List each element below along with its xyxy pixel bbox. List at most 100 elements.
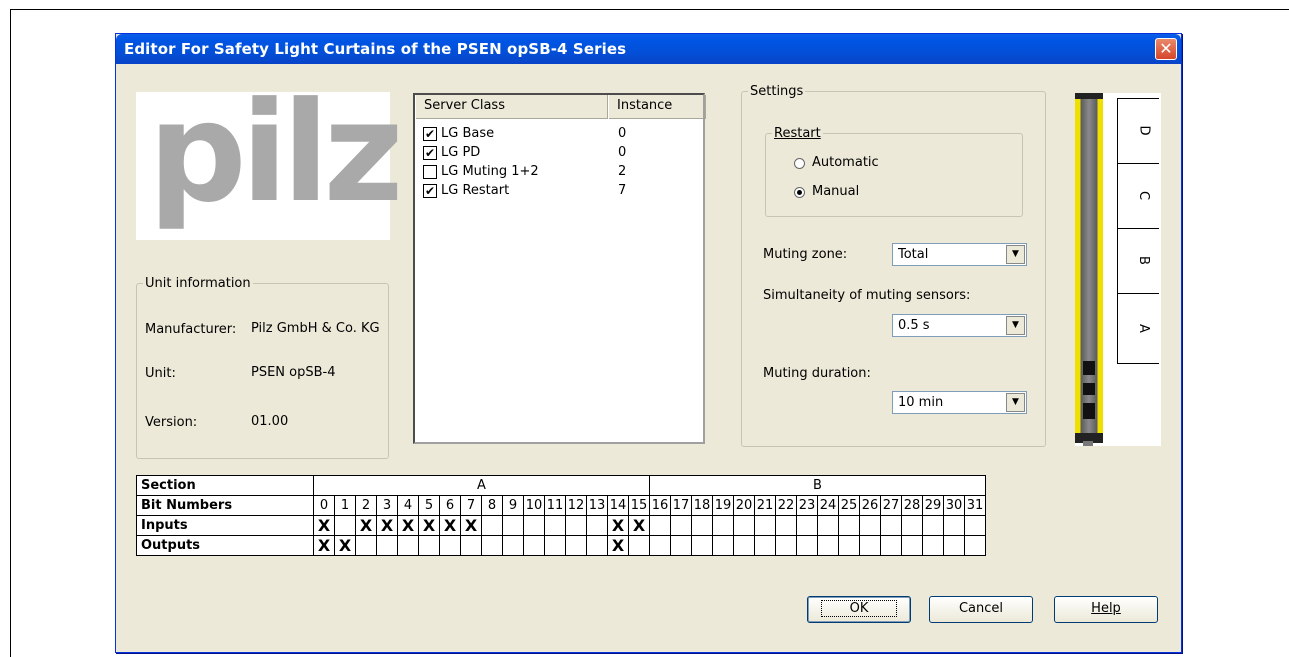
light-curtain-diagram: D C B A <box>1075 93 1161 446</box>
muting-duration-label: Muting duration: <box>763 366 871 381</box>
cancel-button[interactable]: Cancel <box>929 596 1033 623</box>
output-cell[interactable] <box>523 535 545 556</box>
output-cell[interactable] <box>754 535 776 556</box>
output-cell[interactable] <box>355 535 377 556</box>
inputs-label: Inputs <box>136 515 314 536</box>
input-cell[interactable] <box>712 515 734 536</box>
list-item-lg-base[interactable]: ✔ LG Base 0 <box>423 126 693 143</box>
input-cell[interactable] <box>649 515 671 536</box>
list-item-lg-muting[interactable]: LG Muting 1+2 2 <box>423 164 693 181</box>
input-cell[interactable] <box>775 515 797 536</box>
input-cell[interactable]: X <box>628 515 650 536</box>
input-cell[interactable] <box>586 515 608 536</box>
input-cell[interactable] <box>523 515 545 536</box>
output-cell[interactable] <box>376 535 398 556</box>
input-cell[interactable]: X <box>439 515 461 536</box>
muting-duration-select[interactable]: 10 min ▼ <box>892 391 1027 414</box>
output-cell[interactable] <box>586 535 608 556</box>
input-cell[interactable] <box>859 515 881 536</box>
output-cell[interactable] <box>817 535 839 556</box>
input-cell[interactable] <box>733 515 755 536</box>
title-bar[interactable]: Editor For Safety Light Curtains of the … <box>116 34 1181 64</box>
input-cell[interactable]: X <box>397 515 419 536</box>
output-cell[interactable] <box>712 535 734 556</box>
checkbox-lg-pd[interactable]: ✔ <box>423 146 437 160</box>
radio-automatic-circle[interactable] <box>794 158 805 169</box>
output-cell[interactable] <box>880 535 902 556</box>
input-cell[interactable] <box>817 515 839 536</box>
output-cell[interactable] <box>901 535 923 556</box>
input-cell[interactable] <box>754 515 776 536</box>
input-cell[interactable] <box>922 515 944 536</box>
output-cell[interactable] <box>775 535 797 556</box>
output-cell[interactable] <box>544 535 566 556</box>
input-cell[interactable] <box>901 515 923 536</box>
input-cell[interactable] <box>481 515 503 536</box>
output-cell[interactable]: X <box>334 535 356 556</box>
output-cell[interactable] <box>565 535 587 556</box>
chevron-down-icon[interactable]: ▼ <box>1006 316 1025 335</box>
output-cell[interactable] <box>796 535 818 556</box>
help-button[interactable]: Help <box>1054 596 1158 623</box>
list-item-instance: 7 <box>618 183 627 198</box>
output-cell[interactable] <box>691 535 713 556</box>
input-cell[interactable]: X <box>355 515 377 536</box>
output-cell[interactable]: X <box>607 535 629 556</box>
output-cell[interactable] <box>838 535 860 556</box>
list-item-lg-restart[interactable]: ✔ LG Restart 7 <box>423 183 693 200</box>
chevron-down-icon[interactable]: ▼ <box>1006 393 1025 412</box>
input-cell[interactable]: X <box>607 515 629 536</box>
output-cell[interactable] <box>943 535 965 556</box>
input-cell[interactable] <box>502 515 524 536</box>
muting-zone-label: Muting zone: <box>763 247 848 262</box>
output-cell[interactable] <box>628 535 650 556</box>
input-cell[interactable] <box>565 515 587 536</box>
input-cell[interactable] <box>880 515 902 536</box>
input-cell[interactable]: X <box>418 515 440 536</box>
output-cell[interactable] <box>670 535 692 556</box>
output-cell[interactable] <box>964 535 986 556</box>
muting-duration-value: 10 min <box>898 395 944 410</box>
checkbox-lg-restart[interactable]: ✔ <box>423 184 437 198</box>
checkbox-lg-base[interactable]: ✔ <box>423 127 437 141</box>
radio-automatic-label: Automatic <box>812 155 879 170</box>
input-cell[interactable] <box>334 515 356 536</box>
close-button[interactable]: ✕ <box>1155 38 1177 60</box>
muting-zone-select[interactable]: Total ▼ <box>892 243 1027 266</box>
editor-dialog: Editor For Safety Light Curtains of the … <box>115 33 1182 653</box>
input-cell[interactable] <box>943 515 965 536</box>
radio-manual-circle[interactable] <box>794 187 805 198</box>
input-cell[interactable] <box>691 515 713 536</box>
checkbox-lg-muting[interactable] <box>423 165 437 179</box>
simultaneity-label: Simultaneity of muting sensors: <box>763 288 971 303</box>
output-cell[interactable] <box>439 535 461 556</box>
zone-divider <box>1117 228 1159 229</box>
input-cell[interactable] <box>964 515 986 536</box>
output-cell[interactable] <box>418 535 440 556</box>
input-cell[interactable]: X <box>376 515 398 536</box>
output-cell[interactable] <box>733 535 755 556</box>
output-cell[interactable] <box>649 535 671 556</box>
input-cell[interactable] <box>796 515 818 536</box>
header-server-class[interactable]: Server Class <box>415 95 608 119</box>
bit-number-cell: 2 <box>355 495 377 516</box>
input-cell[interactable] <box>838 515 860 536</box>
output-cell[interactable] <box>460 535 482 556</box>
output-cell[interactable] <box>859 535 881 556</box>
output-cell[interactable] <box>922 535 944 556</box>
input-cell[interactable] <box>670 515 692 536</box>
ok-button[interactable]: OK <box>807 596 911 623</box>
input-cell[interactable]: X <box>313 515 335 536</box>
header-instance[interactable]: Instance <box>608 95 706 119</box>
list-item-lg-pd[interactable]: ✔ LG PD 0 <box>423 145 693 162</box>
output-cell[interactable] <box>502 535 524 556</box>
input-cell[interactable] <box>544 515 566 536</box>
output-cell[interactable] <box>481 535 503 556</box>
output-cell[interactable]: X <box>313 535 335 556</box>
output-cell[interactable] <box>397 535 419 556</box>
server-class-list[interactable]: Server Class Instance ✔ LG Base 0 ✔ LG P… <box>413 93 706 444</box>
simultaneity-select[interactable]: 0.5 s ▼ <box>892 314 1027 337</box>
chevron-down-icon[interactable]: ▼ <box>1006 245 1025 264</box>
bit-number-cell: 16 <box>649 495 671 516</box>
input-cell[interactable]: X <box>460 515 482 536</box>
